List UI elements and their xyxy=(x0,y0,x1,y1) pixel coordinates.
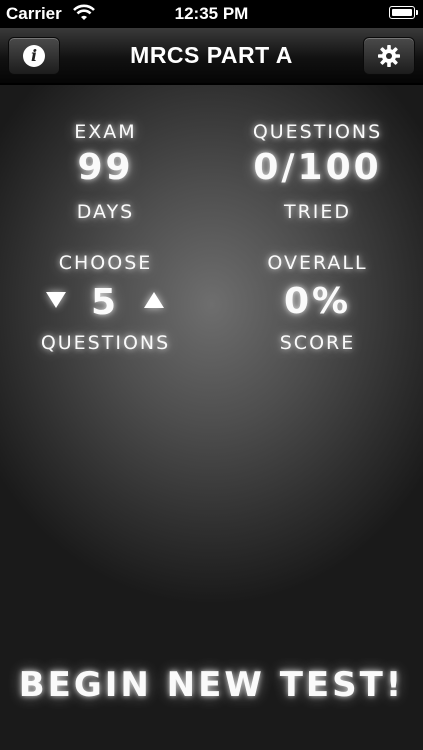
choose-label: CHOOSE xyxy=(58,252,153,274)
status-bar: Carrier 12:35 PM xyxy=(0,0,423,28)
main-content: EXAM 99 DAYS QUESTIONS 0/100 TRIED CHOOS… xyxy=(0,85,423,750)
battery-icon xyxy=(389,6,418,19)
triangle-up-icon xyxy=(144,292,164,308)
navigation-bar: i MRCS PART A xyxy=(0,28,423,84)
decrease-button[interactable] xyxy=(38,282,74,318)
settings-button[interactable] xyxy=(363,37,415,75)
page-title: MRCS PART A xyxy=(130,42,293,68)
score-label: SCORE xyxy=(279,332,356,354)
begin-new-test-button[interactable]: BEGIN NEW TEST! xyxy=(0,665,423,705)
questions-count-label: QUESTIONS xyxy=(40,332,171,354)
exam-days-value: 99 xyxy=(77,147,134,188)
questions-tried-value: 0/100 xyxy=(253,147,382,188)
gear-icon xyxy=(378,45,400,67)
triangle-down-icon xyxy=(46,292,66,308)
increase-button[interactable] xyxy=(136,282,172,318)
tried-label: TRIED xyxy=(283,201,352,223)
questions-label: QUESTIONS xyxy=(252,121,383,143)
overall-label: OVERALL xyxy=(267,252,368,274)
question-count-value: 5 xyxy=(90,282,120,323)
days-label: DAYS xyxy=(76,201,135,223)
exam-label: EXAM xyxy=(74,121,137,143)
overall-score-value: 0% xyxy=(283,281,352,322)
clock: 12:35 PM xyxy=(174,4,249,23)
